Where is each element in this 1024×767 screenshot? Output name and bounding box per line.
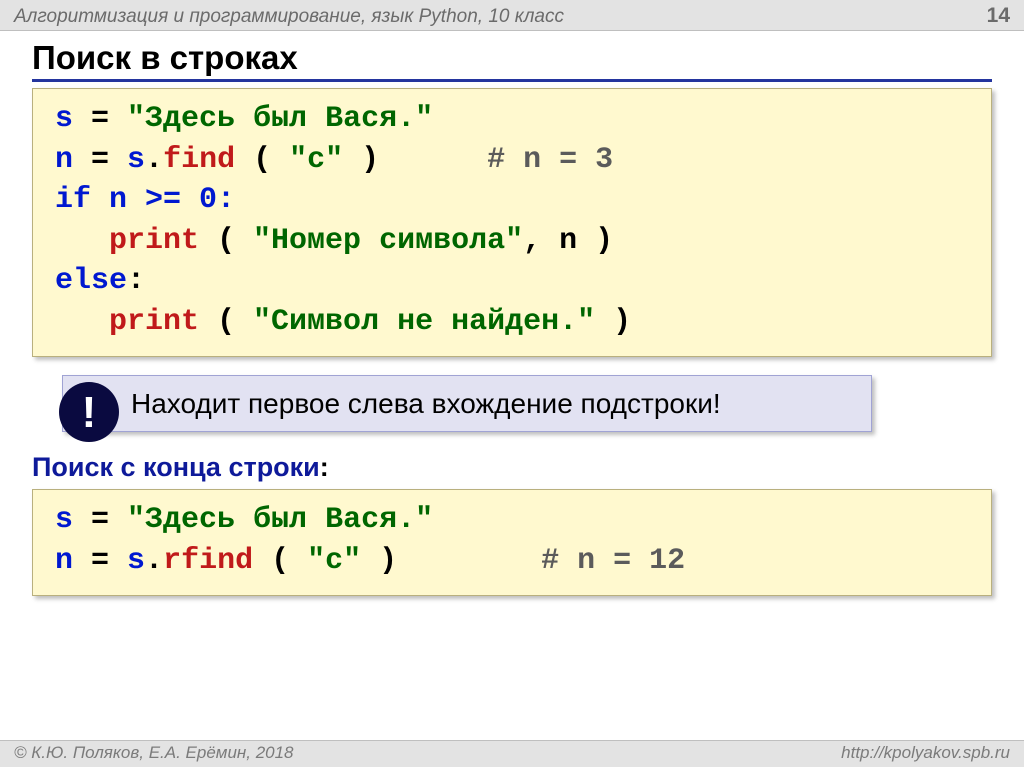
exclamation-icon: ! <box>59 382 119 442</box>
code-indent <box>55 224 109 258</box>
code-token: = <box>73 143 127 177</box>
code-block-rfind: s = "Здесь был Вася." n = s.rfind ( "с" … <box>32 489 992 596</box>
code-func: rfind <box>163 544 253 578</box>
code-func: find <box>163 143 235 177</box>
code-token: ( <box>253 544 307 578</box>
code-token: ) <box>343 143 487 177</box>
code-string: "Здесь был Вася." <box>127 102 433 136</box>
slide: Алгоритмизация и программирование, язык … <box>0 0 1024 767</box>
code-token: n >= 0: <box>91 183 235 217</box>
code-string: "Номер символа" <box>253 224 523 258</box>
code-token: n <box>55 143 73 177</box>
code-token: ) <box>361 544 541 578</box>
code-func: print <box>109 224 199 258</box>
code-token: s <box>55 102 73 136</box>
subheading: Поиск с конца строки: <box>32 452 992 483</box>
header-bar: Алгоритмизация и программирование, язык … <box>0 0 1024 31</box>
code-token: , n ) <box>523 224 613 258</box>
code-keyword: else <box>55 264 127 298</box>
code-string: "с" <box>289 143 343 177</box>
code-token: s <box>55 503 73 537</box>
code-comment: # n = 3 <box>487 143 613 177</box>
code-token: : <box>127 264 145 298</box>
code-token: n <box>55 544 73 578</box>
code-token: . <box>145 143 163 177</box>
callout-note: ! Находит первое слева вхождение подстро… <box>62 375 872 432</box>
subheading-text: Поиск с конца строки <box>32 452 320 482</box>
code-token: ) <box>595 305 631 339</box>
page-number: 14 <box>987 4 1010 28</box>
code-token: = <box>73 503 127 537</box>
callout-text: Находит первое слева вхождение подстроки… <box>131 386 721 421</box>
code-indent <box>55 305 109 339</box>
code-string: "с" <box>307 544 361 578</box>
code-string: "Здесь был Вася." <box>127 503 433 537</box>
footer-bar: © К.Ю. Поляков, Е.А. Ерёмин, 2018 http:/… <box>0 740 1024 767</box>
code-token: ( <box>235 143 289 177</box>
footer-copyright: © К.Ю. Поляков, Е.А. Ерёмин, 2018 <box>14 743 294 763</box>
code-string: "Символ не найден." <box>253 305 595 339</box>
code-block-find: s = "Здесь был Вася." n = s.find ( "с" )… <box>32 88 992 357</box>
content-area: Поиск в строках s = "Здесь был Вася." n … <box>0 31 1024 596</box>
code-token: ( <box>199 305 253 339</box>
code-token: ( <box>199 224 253 258</box>
subheading-colon: : <box>320 452 329 482</box>
page-title: Поиск в строках <box>32 39 992 82</box>
code-token: = <box>73 102 127 136</box>
header-subject: Алгоритмизация и программирование, язык … <box>14 6 564 28</box>
code-comment: # n = 12 <box>541 544 685 578</box>
footer-url: http://kpolyakov.spb.ru <box>841 743 1010 763</box>
code-token: s <box>127 544 145 578</box>
code-func: print <box>109 305 199 339</box>
code-token: = <box>73 544 127 578</box>
code-token: s <box>127 143 145 177</box>
code-keyword: if <box>55 183 91 217</box>
code-token: . <box>145 544 163 578</box>
